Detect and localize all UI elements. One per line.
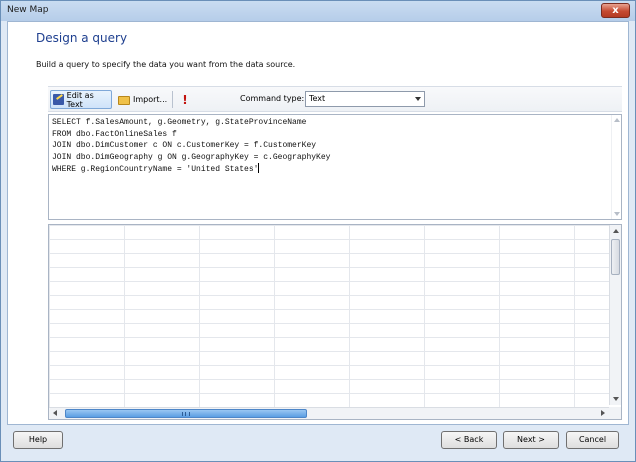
scroll-right-icon[interactable] [601,410,605,416]
edit-as-text-label: Edit as Text [66,90,94,109]
text-caret [258,163,260,173]
wizard-content: Design a query Build a query to specify … [7,21,629,425]
editor-vertical-scrollbar[interactable] [611,115,621,219]
page-instructions: Build a query to specify the data you wa… [36,60,296,69]
query-toolbar: Edit as Text Import... ! Command type: T… [48,86,622,112]
scroll-down-icon[interactable] [614,212,620,216]
title-bar[interactable]: New Map x [1,1,635,21]
query-line: JOIN dbo.DimCustomer c ON c.CustomerKey … [52,141,317,150]
toolbar-separator [172,91,173,108]
command-type-label: Command type: [240,94,305,103]
grid-horizontal-scrollbar[interactable] [49,407,609,419]
scroll-down-icon[interactable] [613,397,619,401]
query-line: FROM dbo.FactOnlineSales f [52,129,177,139]
run-icon: ! [182,92,188,107]
command-type-select[interactable]: Text [305,91,425,107]
horizontal-scroll-thumb[interactable] [65,409,307,418]
scroll-left-icon[interactable] [53,410,57,416]
dropdown-arrow-icon [415,97,421,101]
edit-as-text-button[interactable]: Edit as Text [50,90,112,109]
next-button[interactable]: Next > [503,431,559,449]
query-line: WHERE g.RegionCountryName = 'United Stat… [52,165,259,174]
vertical-scroll-thumb[interactable] [611,239,620,275]
query-results-grid[interactable] [48,224,622,420]
back-button[interactable]: < Back [441,431,497,449]
edit-icon [53,94,64,105]
query-line: SELECT f.SalesAmount, g.Geometry, g.Stat… [52,118,307,127]
help-button[interactable]: Help [13,431,63,449]
command-type-value: Text [309,94,326,103]
import-button[interactable]: Import... [116,90,168,109]
query-text-editor[interactable]: SELECT f.SalesAmount, g.Geometry, g.Stat… [48,114,622,220]
query-line: JOIN dbo.DimGeography g ON g.GeographyKe… [52,152,331,162]
import-label: Import... [133,95,168,104]
window-title: New Map [7,5,49,15]
grip-icon [182,412,190,416]
run-query-button[interactable]: ! [178,90,192,109]
page-title: Design a query [36,31,128,45]
close-icon: x [612,5,619,16]
scrollbar-corner [609,407,621,419]
folder-icon [118,96,130,105]
query-text[interactable]: SELECT f.SalesAmount, g.Geometry, g.Stat… [52,117,330,176]
grid-vertical-scrollbar[interactable] [609,225,621,405]
scroll-up-icon[interactable] [613,229,619,233]
scroll-up-icon[interactable] [614,118,620,122]
close-button[interactable]: x [601,3,630,18]
cancel-button[interactable]: Cancel [566,431,619,449]
new-map-dialog: New Map x Design a query Build a query t… [0,0,636,462]
